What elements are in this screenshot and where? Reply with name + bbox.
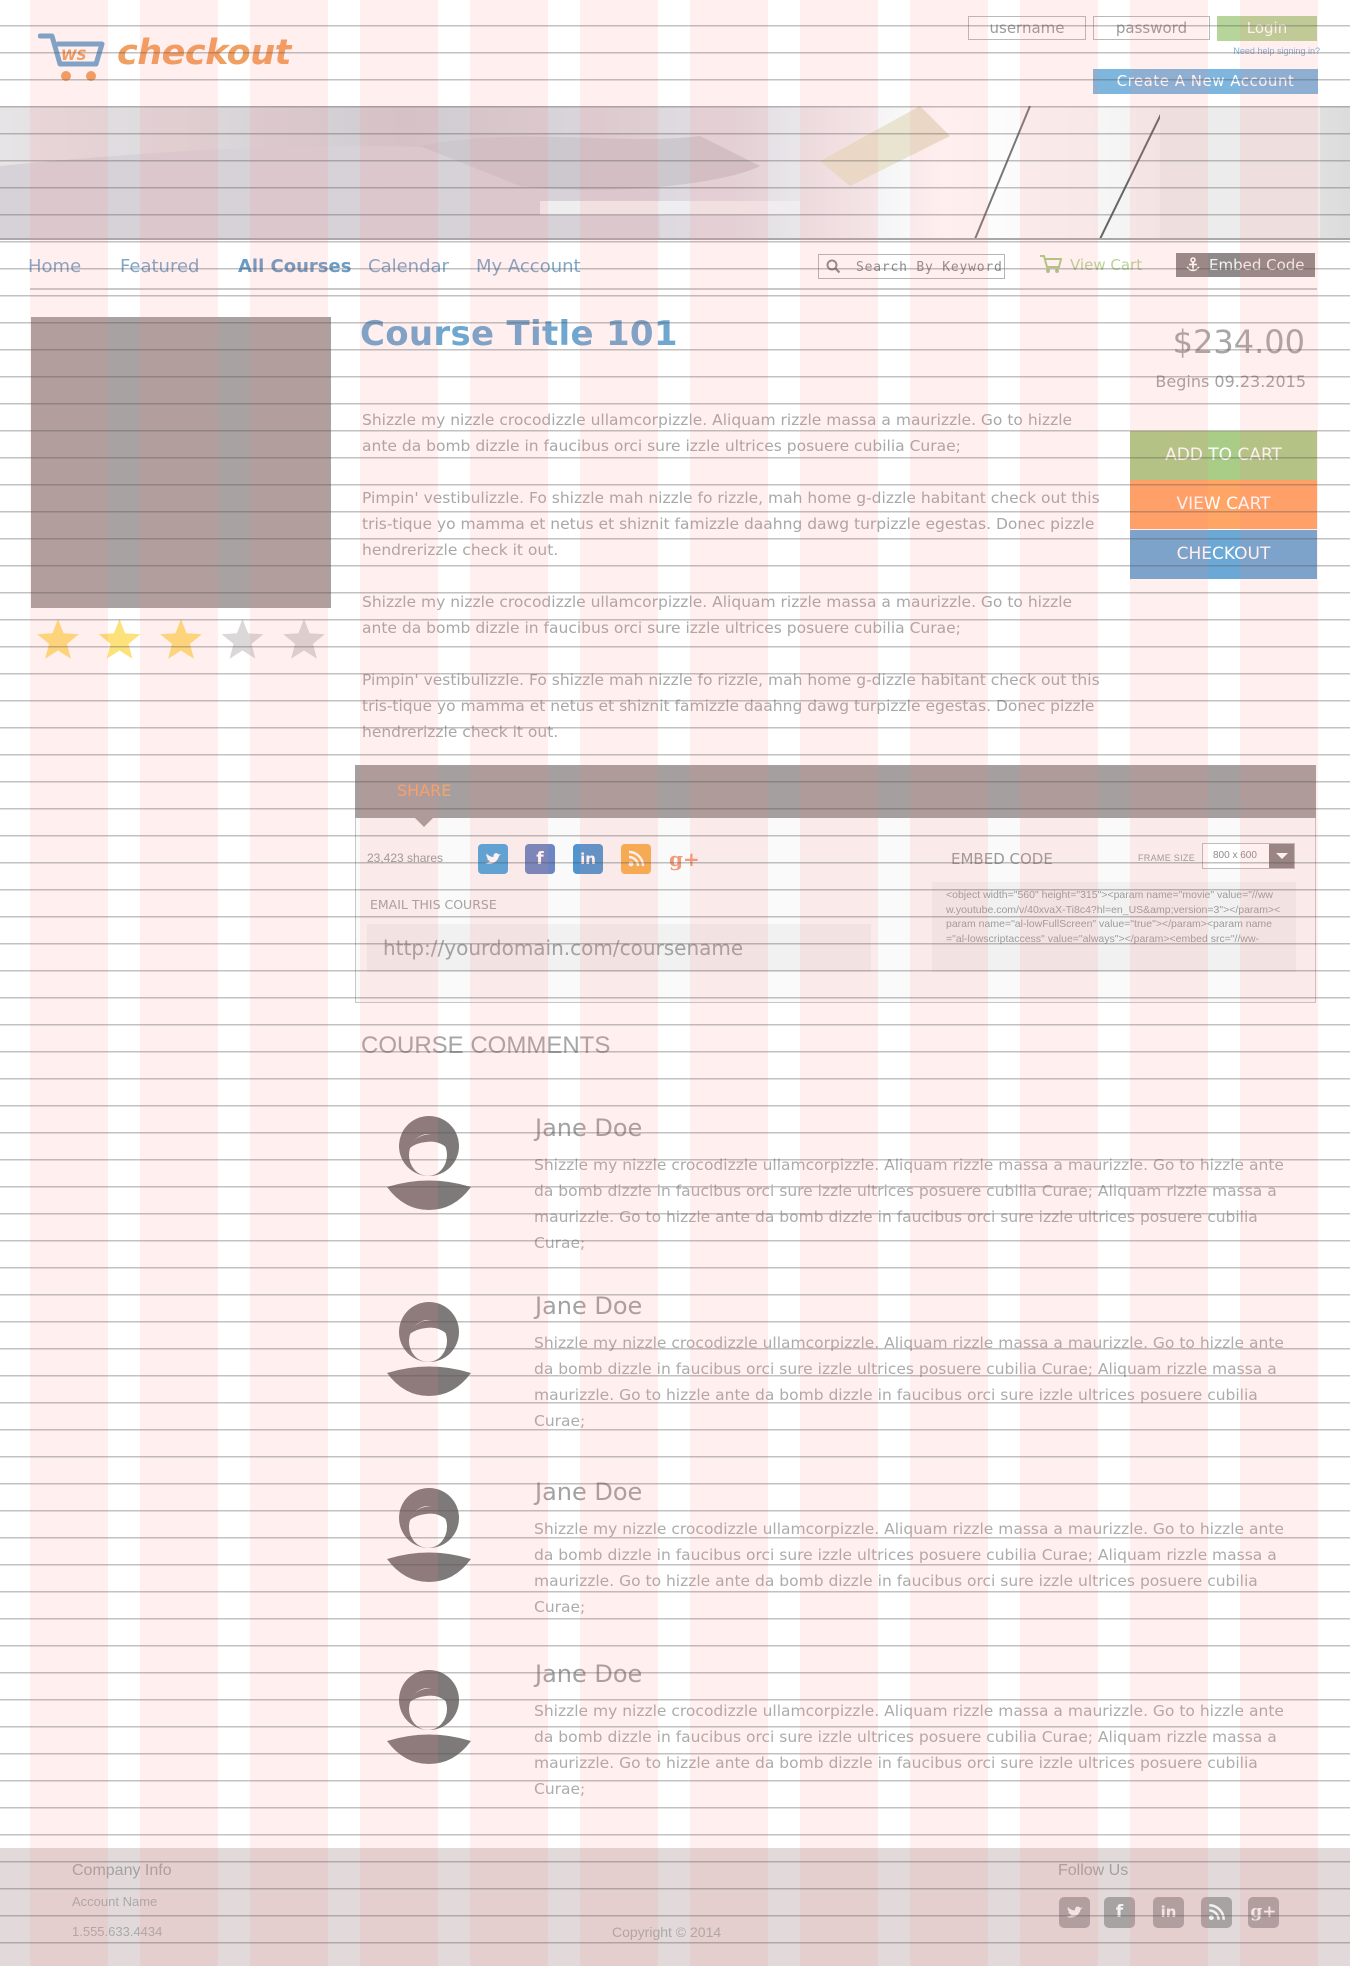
email-course-label: EMAIL THIS COURSE — [370, 897, 497, 912]
hero-illustration — [0, 106, 1320, 239]
password-field[interactable]: password — [1093, 16, 1210, 40]
linkedin-icon[interactable]: in — [1153, 1897, 1184, 1928]
nav-item-all-courses[interactable]: All Courses — [238, 256, 351, 277]
phone-number: 1.555.633.4434 — [72, 1924, 163, 1939]
company-info-heading: Company Info — [72, 1862, 172, 1879]
view-cart-link[interactable]: View Cart — [1070, 256, 1142, 274]
cart-logo-icon: WS — [38, 33, 105, 81]
comments-heading: COURSE COMMENTS — [361, 1032, 611, 1059]
course-url-field[interactable]: http://yourdomain.com/coursename — [367, 924, 871, 972]
login-button[interactable]: Login — [1217, 16, 1317, 41]
comment-author[interactable]: Jane Doe — [535, 1114, 642, 1142]
view-cart-button[interactable]: VIEW CART — [1130, 480, 1317, 529]
nav-item-my-account[interactable]: My Account — [476, 256, 581, 277]
course-title: Course Title 101 — [360, 314, 678, 354]
nav-item-home[interactable]: Home — [28, 256, 81, 277]
comment-body: Shizzle my nizzle crocodizzle ullamcorpi… — [534, 1702, 1284, 1798]
add-to-cart-button[interactable]: ADD TO CART — [1130, 431, 1317, 480]
star-rating — [31, 618, 331, 662]
help-signing-in-link[interactable]: Need help signing in? — [1220, 46, 1320, 56]
avatar-icon — [387, 1488, 471, 1582]
shares-count: 23,423 shares — [367, 851, 444, 865]
nav-divider — [30, 288, 1317, 290]
svg-text:WS: WS — [61, 48, 87, 64]
facebook-icon[interactable]: f — [525, 844, 555, 874]
comment-author[interactable]: Jane Doe — [535, 1292, 642, 1320]
star-filled-icon[interactable] — [98, 619, 141, 659]
google-plus-icon[interactable]: g+ — [1248, 1897, 1279, 1928]
star-filled-icon[interactable] — [37, 619, 79, 659]
facebook-icon[interactable]: f — [1104, 1897, 1135, 1928]
search-icon — [826, 259, 841, 274]
course-price: $234.00 — [1172, 323, 1305, 361]
comment-body: Shizzle my nizzle crocodizzle ullamcorpi… — [534, 1156, 1284, 1252]
comment-body: Shizzle my nizzle crocodizzle ullamcorpi… — [534, 1520, 1284, 1616]
course-description-paragraph: Shizzle my nizzle crocodizzle ullamcorpi… — [362, 411, 1073, 455]
logo-text[interactable]: checkout — [117, 33, 291, 73]
twitter-icon[interactable] — [478, 844, 508, 874]
course-description-paragraph: Pimpin' vestibulizzle. Fo shizzle mah ni… — [362, 671, 1100, 741]
footer — [0, 1848, 1350, 1966]
follow-us-heading: Follow Us — [1058, 1862, 1129, 1879]
course-start-date: Begins 09.23.2015 — [1155, 372, 1306, 391]
embed-code-textarea[interactable]: <object width="560" height="315"><param … — [932, 882, 1296, 972]
embed-code-heading: EMBED CODE — [951, 850, 1053, 868]
avatar-icon — [387, 1302, 471, 1396]
star-empty-icon[interactable] — [283, 619, 325, 659]
comment-body: Shizzle my nizzle crocodizzle ullamcorpi… — [534, 1334, 1284, 1430]
star-empty-icon[interactable] — [221, 619, 264, 659]
hero-divider — [0, 238, 1350, 240]
chevron-down-icon[interactable] — [1269, 844, 1294, 868]
google-plus-icon[interactable]: g+ — [669, 844, 700, 874]
create-account-button[interactable]: Create A New Account — [1093, 69, 1318, 94]
tab-share[interactable]: SHARE — [397, 781, 451, 800]
rating-stars — [37, 619, 325, 659]
checkout-button[interactable]: CHECKOUT — [1130, 530, 1317, 579]
rss-icon[interactable] — [621, 844, 651, 874]
nav-item-featured[interactable]: Featured — [120, 256, 199, 277]
linkedin-icon[interactable]: in — [573, 844, 603, 874]
comment-author[interactable]: Jane Doe — [535, 1478, 642, 1506]
embed-code-label: Embed Code — [1209, 256, 1305, 274]
course-description-paragraph: Shizzle my nizzle crocodizzle ullamcorpi… — [362, 593, 1073, 637]
embed-code-button[interactable]: Embed Code — [1176, 253, 1315, 277]
frame-size-label: FRAME SIZE — [1138, 853, 1196, 863]
grid-column — [30, 0, 108, 1966]
course-image — [31, 317, 331, 608]
grid-column — [250, 0, 328, 1966]
username-field[interactable]: username — [968, 16, 1086, 40]
avatar-icon — [387, 1116, 471, 1210]
twitter-icon[interactable] — [1059, 1897, 1090, 1928]
share-tab-caret — [415, 818, 433, 827]
header: WS checkout username password Login Need… — [0, 0, 1350, 106]
hero-banner-image — [0, 106, 1350, 239]
cart-icon — [1040, 255, 1063, 273]
comment-author[interactable]: Jane Doe — [535, 1660, 642, 1688]
grid-column — [140, 0, 218, 1966]
star-filled-icon[interactable] — [160, 619, 202, 659]
share-panel-header — [355, 765, 1316, 818]
anchor-icon — [1186, 257, 1200, 272]
copyright: Copyright © 2014 — [612, 1924, 722, 1940]
nav-item-calendar[interactable]: Calendar — [368, 256, 449, 277]
avatar-icon — [387, 1670, 471, 1764]
account-name: Account Name — [72, 1894, 158, 1909]
search-placeholder: Search By Keyword — [856, 260, 1003, 275]
rss-icon[interactable] — [1201, 1897, 1232, 1928]
course-description-paragraph: Pimpin' vestibulizzle. Fo shizzle mah ni… — [362, 489, 1100, 559]
